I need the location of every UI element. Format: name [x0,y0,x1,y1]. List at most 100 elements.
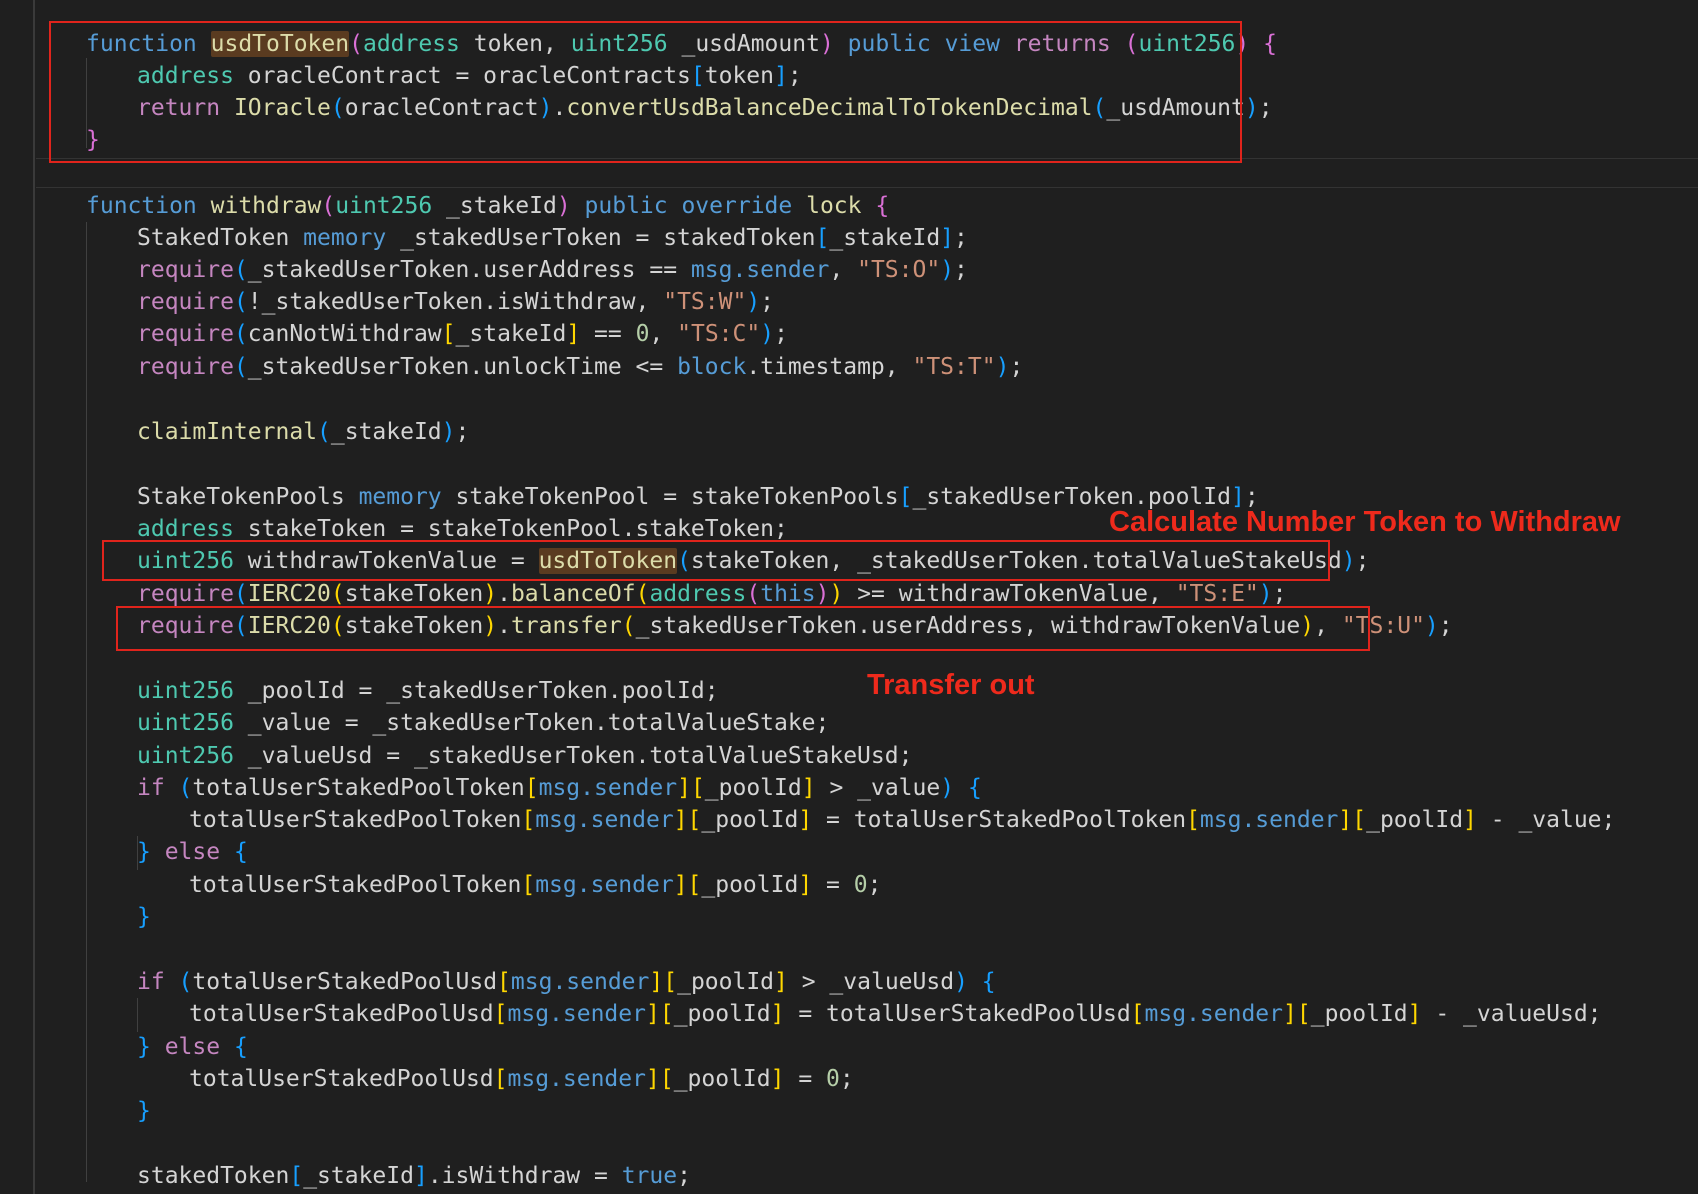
code-line[interactable]: } else { [137,836,248,868]
code-token: totalUserStakedPoolUsd [189,1066,494,1092]
code-token: ( [233,321,248,347]
code-token: [ [441,321,456,347]
code-line[interactable]: return IOracle(oracleContract).convertUs… [137,92,1273,124]
code-line[interactable]: require(canNotWithdraw[_stakeId] == 0, "… [137,318,788,350]
code-line[interactable]: address oracleContract = oracleContracts… [137,60,802,92]
code-token: ( [746,581,761,607]
code-line[interactable]: totalUserStakedPoolToken[msg.sender][_po… [189,869,881,901]
code-token: - _value; [1476,807,1616,833]
annotation-transfer-out: Transfer out [867,669,1035,701]
code-line[interactable]: } [137,901,151,933]
code-line[interactable]: require(IERC20(stakeToken).transfer(_sta… [137,610,1453,642]
code-line[interactable]: require(_stakedUserToken.unlockTime <= b… [137,351,1023,383]
code-token: ( [635,581,650,607]
code-token: stakedToken [137,1163,290,1189]
code-token: .timestamp, [746,354,913,380]
code-line[interactable]: if (totalUserStakedPoolUsd[msg.sender][_… [137,966,996,998]
code-token: >= withdrawTokenValue, [843,581,1176,607]
code-token: { [233,839,248,865]
code-token: "TS:E" [1175,581,1259,607]
code-line[interactable]: StakeTokenPools memory stakeTokenPool = … [137,481,1259,513]
code-token: ) [556,193,571,219]
code-token: 0 [853,872,868,898]
code-token: [ [521,872,536,898]
code-token: block [677,354,747,380]
code-token: _poolId [701,872,799,898]
code-line[interactable]: address stakeToken = stakeTokenPool.stak… [137,513,788,545]
code-token: ) [954,969,968,995]
code-token: ; [774,321,788,347]
code-token: [ [521,807,536,833]
code-token: address [137,516,248,542]
code-line[interactable]: function usdToToken(address token, uint2… [86,28,1277,60]
code-line[interactable]: require(!_stakedUserToken.isWithdraw, "T… [137,286,774,318]
code-token: [ [690,63,705,89]
code-token: ) [760,321,775,347]
code-line[interactable]: if (totalUserStakedPoolToken[msg.sender]… [137,772,982,804]
code-line[interactable]: } [137,1095,151,1127]
code-token: _poolId [677,969,775,995]
code-token: _value = _stakedUserToken.totalValueStak… [247,710,830,736]
code-token: ) [441,419,456,445]
highlighted-token: usdToToken [538,548,678,574]
code-line[interactable]: } [86,124,100,156]
code-token: [ [815,225,830,251]
code-line[interactable]: totalUserStakedPoolToken[msg.sender][_po… [189,804,1615,836]
code-line[interactable]: stakedToken[_stakeId].isWithdraw = true; [137,1160,691,1192]
code-token: memory [303,225,401,251]
code-token: ) [1244,95,1259,121]
code-token: msg.sender [507,1066,646,1092]
code-token: address [649,581,747,607]
code-token: ( [233,354,248,380]
code-token: [ [1186,807,1200,833]
code-token: stakeToken = stakeTokenPool.stakeToken; [247,516,788,542]
code-token: ( [233,289,248,315]
code-token: if [137,775,179,801]
code-line[interactable]: uint256 withdrawTokenValue = usdToToken(… [137,545,1369,577]
code-token: _usdAmount [1106,95,1245,121]
code-token: address [137,63,248,89]
code-token: } [137,1034,151,1060]
code-token: uint256 [137,743,248,769]
gutter-divider [33,0,35,1194]
code-token: "TS:C" [677,321,761,347]
code-token: uint256 [137,710,248,736]
code-line[interactable]: require(IERC20(stakeToken).balanceOf(add… [137,578,1287,610]
code-token: ( [330,613,345,639]
code-line[interactable]: uint256 _poolId = _stakedUserToken.poolI… [137,675,719,707]
code-token: uint256 [570,31,682,57]
code-token: ] [413,1163,428,1189]
code-line[interactable]: uint256 _valueUsd = _stakedUserToken.tot… [137,740,912,772]
code-token: [ [1130,1001,1145,1027]
code-line[interactable]: claimInternal(_stakeId); [137,416,469,448]
code-line[interactable]: } else { [137,1031,248,1063]
code-line[interactable]: StakedToken memory _stakedUserToken = st… [137,222,968,254]
code-token: ] [801,775,816,801]
code-line[interactable]: uint256 _value = _stakedUserToken.totalV… [137,707,829,739]
code-token: ) [1235,31,1250,57]
code-editor[interactable]: function usdToToken(address token, uint2… [0,0,1698,1194]
code-token: uint256 [137,548,248,574]
code-token: } [137,904,151,930]
code-token: ) [1341,548,1356,574]
code-token: ] [770,1066,785,1092]
code-token: .isWithdraw = [427,1163,622,1189]
code-token: . [497,581,511,607]
code-token: ( [330,95,345,121]
code-line[interactable]: require(_stakedUserToken.userAddress == … [137,254,968,286]
code-line[interactable]: totalUserStakedPoolUsd[msg.sender][_pool… [189,998,1602,1030]
code-token: ][ [645,1001,674,1027]
code-token: else [150,1034,234,1060]
code-token: ( [321,193,336,219]
code-token: } [137,839,151,865]
code-token: ; [455,419,470,445]
code-token: totalUserStakedPoolUsd [189,1001,494,1027]
code-token: ; [787,63,802,89]
code-line[interactable]: function withdraw(uint256 _stakeId) publ… [86,190,889,222]
code-token: require [137,257,234,283]
code-token: if [137,969,179,995]
code-token: _poolId [673,1066,771,1092]
code-line[interactable]: totalUserStakedPoolUsd[msg.sender][_pool… [189,1063,854,1095]
